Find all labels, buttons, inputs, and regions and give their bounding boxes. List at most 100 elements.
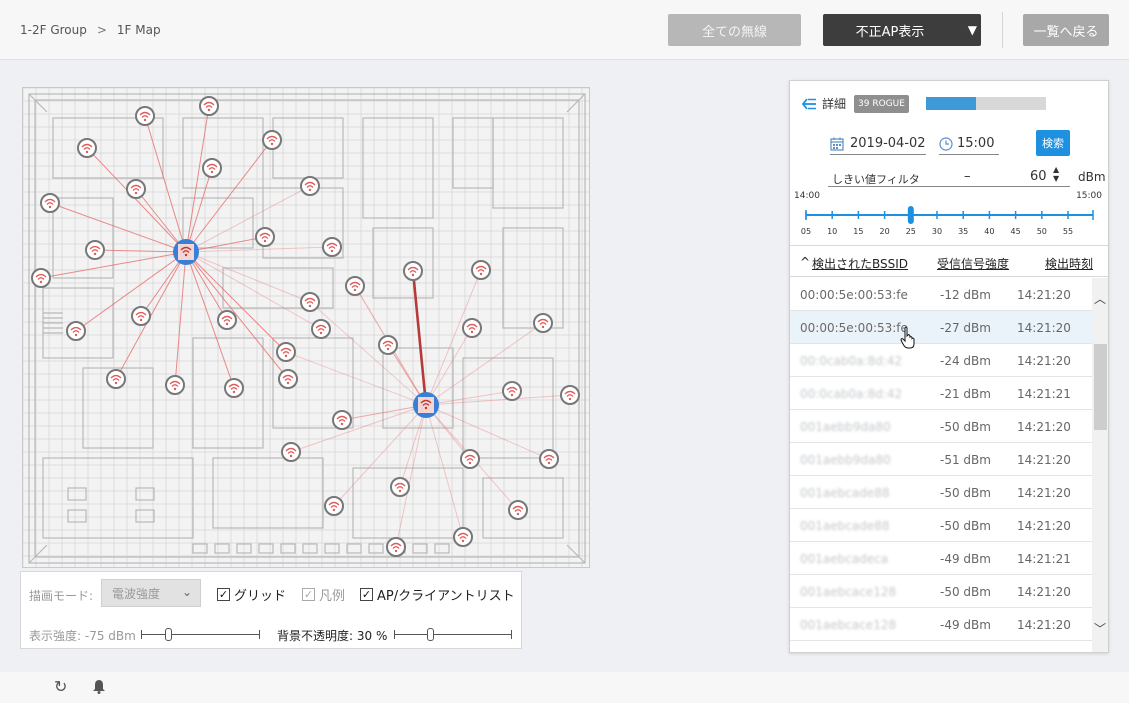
chevron-down-icon[interactable]: ﹀ xyxy=(1094,620,1106,637)
checkmark-icon[interactable]: ✓ xyxy=(217,588,230,601)
table-row[interactable]: 001aebb9da80 -51 dBm 14:21:20 xyxy=(790,443,1092,476)
rogue-ap-wifi-icon[interactable] xyxy=(533,313,553,333)
chevron-up-icon[interactable]: ︿ xyxy=(1094,290,1106,307)
caret-down-icon[interactable]: ▼ xyxy=(968,23,977,37)
strength-slider-thumb[interactable] xyxy=(165,628,172,641)
grid-checkbox[interactable]: ✓ グリッド xyxy=(217,585,286,604)
floor-map-canvas[interactable] xyxy=(23,88,590,568)
rogue-ap-wifi-icon[interactable] xyxy=(403,261,423,281)
desk xyxy=(67,509,87,523)
rogue-ap-wifi-icon[interactable] xyxy=(31,268,51,288)
timeline-thumb[interactable] xyxy=(907,206,914,224)
room-wall xyxy=(362,117,434,219)
rogue-ap-wifi-icon[interactable] xyxy=(165,375,185,395)
rogue-ap-wifi-icon[interactable] xyxy=(378,335,398,355)
time-value: 15:00 xyxy=(957,136,995,151)
sort-asc-icon[interactable]: ^ xyxy=(800,255,810,269)
rogue-ap-wifi-icon[interactable] xyxy=(281,442,301,462)
timeline-tick-label: 50 xyxy=(1037,227,1047,236)
rogue-ap-wifi-icon[interactable] xyxy=(539,449,559,469)
rogue-ap-wifi-icon[interactable] xyxy=(66,321,86,341)
opacity-slider[interactable] xyxy=(394,628,512,642)
rogue-ap-wifi-icon[interactable] xyxy=(202,158,222,178)
table-row[interactable]: 001aebcade88 -50 dBm 14:21:20 xyxy=(790,476,1092,509)
table-row[interactable]: 001aebcadeca -49 dBm 14:21:21 xyxy=(790,542,1092,575)
rogue-ap-wifi-icon[interactable] xyxy=(390,477,410,497)
table-row[interactable]: 001aebb9da80 -50 dBm 14:21:20 xyxy=(790,410,1092,443)
ap-client-list-checkbox[interactable]: ✓ AP/クライアントリスト xyxy=(360,585,515,604)
rogue-ap-wifi-icon[interactable] xyxy=(386,537,406,557)
timeline-end-label: 15:00 xyxy=(1076,191,1102,201)
rogue-ap-wifi-icon[interactable] xyxy=(217,310,237,330)
col-header-bssid[interactable]: 検出されたBSSID xyxy=(812,255,908,272)
row-signal: -50 dBm xyxy=(940,519,991,533)
rogue-ap-wifi-icon[interactable] xyxy=(85,240,105,260)
table-row[interactable]: 00:0cab0a:8d:42 -24 dBm 14:21:20 xyxy=(790,344,1092,377)
table-row[interactable]: 00:0cab0a:8d:42 -21 dBm 14:21:21 xyxy=(790,377,1092,410)
table-scrollbar[interactable]: ︿ ﹀ xyxy=(1092,278,1108,652)
breadcrumb-group-link[interactable]: 1-2F Group xyxy=(20,23,87,37)
scrollbar-thumb[interactable] xyxy=(1094,344,1107,430)
rogue-ap-wifi-icon[interactable] xyxy=(255,227,275,247)
clock-icon[interactable] xyxy=(939,136,953,151)
date-field[interactable]: 2019-04-02 xyxy=(830,133,926,155)
bell-icon[interactable] xyxy=(92,679,106,694)
access-point-wifi-icon[interactable] xyxy=(413,392,439,418)
table-row[interactable]: 001aebcace128 -49 dBm 14:21:20 xyxy=(790,608,1092,641)
detail-toggle[interactable]: 詳細 xyxy=(802,95,846,112)
rogue-ap-wifi-icon[interactable] xyxy=(224,378,244,398)
rogue-ap-wifi-icon[interactable] xyxy=(453,527,473,547)
table-row[interactable]: 001aebcade88 -50 dBm 14:21:20 xyxy=(790,509,1092,542)
draw-mode-select[interactable]: 電波強度 ⌄ xyxy=(101,579,201,607)
legend-checkbox[interactable]: ✓ 凡例 xyxy=(302,585,345,604)
rogue-ap-wifi-icon[interactable] xyxy=(276,342,296,362)
checkmark-icon[interactable]: ✓ xyxy=(302,588,315,601)
rogue-ap-wifi-icon[interactable] xyxy=(300,176,320,196)
all-wireless-button[interactable]: 全ての無線 xyxy=(668,14,801,46)
table-row[interactable]: 001aebcace128 -50 dBm 14:21:20 xyxy=(790,575,1092,608)
timeline-tick-label: 45 xyxy=(1011,227,1021,236)
rogue-ap-wifi-icon[interactable] xyxy=(322,237,342,257)
opacity-slider-thumb[interactable] xyxy=(427,628,434,641)
rogue-ap-wifi-icon[interactable] xyxy=(106,369,126,389)
rogue-ap-wifi-icon[interactable] xyxy=(502,381,522,401)
table-row[interactable]: 00:00:5e:00:53:fe -27 dBm 14:21:20 xyxy=(790,311,1092,344)
rogue-ap-wifi-icon[interactable] xyxy=(40,193,60,213)
calendar-icon[interactable] xyxy=(830,137,844,151)
back-to-list-button[interactable]: 一覧へ戻る xyxy=(1023,14,1109,46)
rogue-ap-wifi-icon[interactable] xyxy=(131,306,151,326)
strength-slider[interactable] xyxy=(141,628,260,642)
rogue-ap-wifi-icon[interactable] xyxy=(199,96,219,116)
collapse-arrow-icon[interactable] xyxy=(802,97,816,110)
rogue-ap-wifi-icon[interactable] xyxy=(300,292,320,312)
row-time: 14:21:21 xyxy=(1017,552,1071,566)
access-point-wifi-icon[interactable] xyxy=(173,239,199,265)
col-header-time[interactable]: 検出時刻 xyxy=(1045,255,1093,272)
rogue-ap-wifi-icon[interactable] xyxy=(311,319,331,339)
rogue-ap-wifi-icon[interactable] xyxy=(278,369,298,389)
rogue-ap-wifi-icon[interactable] xyxy=(262,130,282,150)
col-header-signal[interactable]: 受信信号強度 xyxy=(937,255,1009,272)
timeline-slider[interactable]: 05 10 15 20 25 30 35 40 45 50 55 xyxy=(790,201,1109,243)
refresh-icon[interactable]: ↻ xyxy=(54,677,67,696)
timeline-tick-label: 25 xyxy=(906,227,916,236)
rogue-ap-wifi-icon[interactable] xyxy=(77,138,97,158)
rogue-ap-wifi-icon[interactable] xyxy=(460,449,480,469)
rogue-ap-wifi-icon[interactable] xyxy=(560,385,580,405)
threshold-stepper[interactable]: ▲ ▼ xyxy=(1053,165,1059,183)
threshold-value-input[interactable]: 60 xyxy=(1030,169,1047,184)
rogue-ap-wifi-icon[interactable] xyxy=(345,276,365,296)
search-button[interactable]: 検索 xyxy=(1036,130,1070,156)
floor-map[interactable] xyxy=(22,87,590,568)
rogue-ap-wifi-icon[interactable] xyxy=(332,410,352,430)
rogue-ap-wifi-icon[interactable] xyxy=(462,318,482,338)
rogue-ap-wifi-icon[interactable] xyxy=(126,179,146,199)
rogue-ap-wifi-icon[interactable] xyxy=(508,500,528,520)
rogue-ap-wifi-icon[interactable] xyxy=(471,260,491,280)
rogue-ap-wifi-icon[interactable] xyxy=(324,496,344,516)
rogue-ap-wifi-icon[interactable] xyxy=(135,106,155,126)
table-row[interactable]: 00:00:5e:00:53:fe -12 dBm 14:21:20 xyxy=(790,278,1092,311)
rogue-ap-dropdown-button[interactable]: 不正AP表示 ▼ xyxy=(823,14,981,46)
checkmark-icon[interactable]: ✓ xyxy=(360,588,373,601)
time-field[interactable]: 15:00 xyxy=(939,133,999,155)
